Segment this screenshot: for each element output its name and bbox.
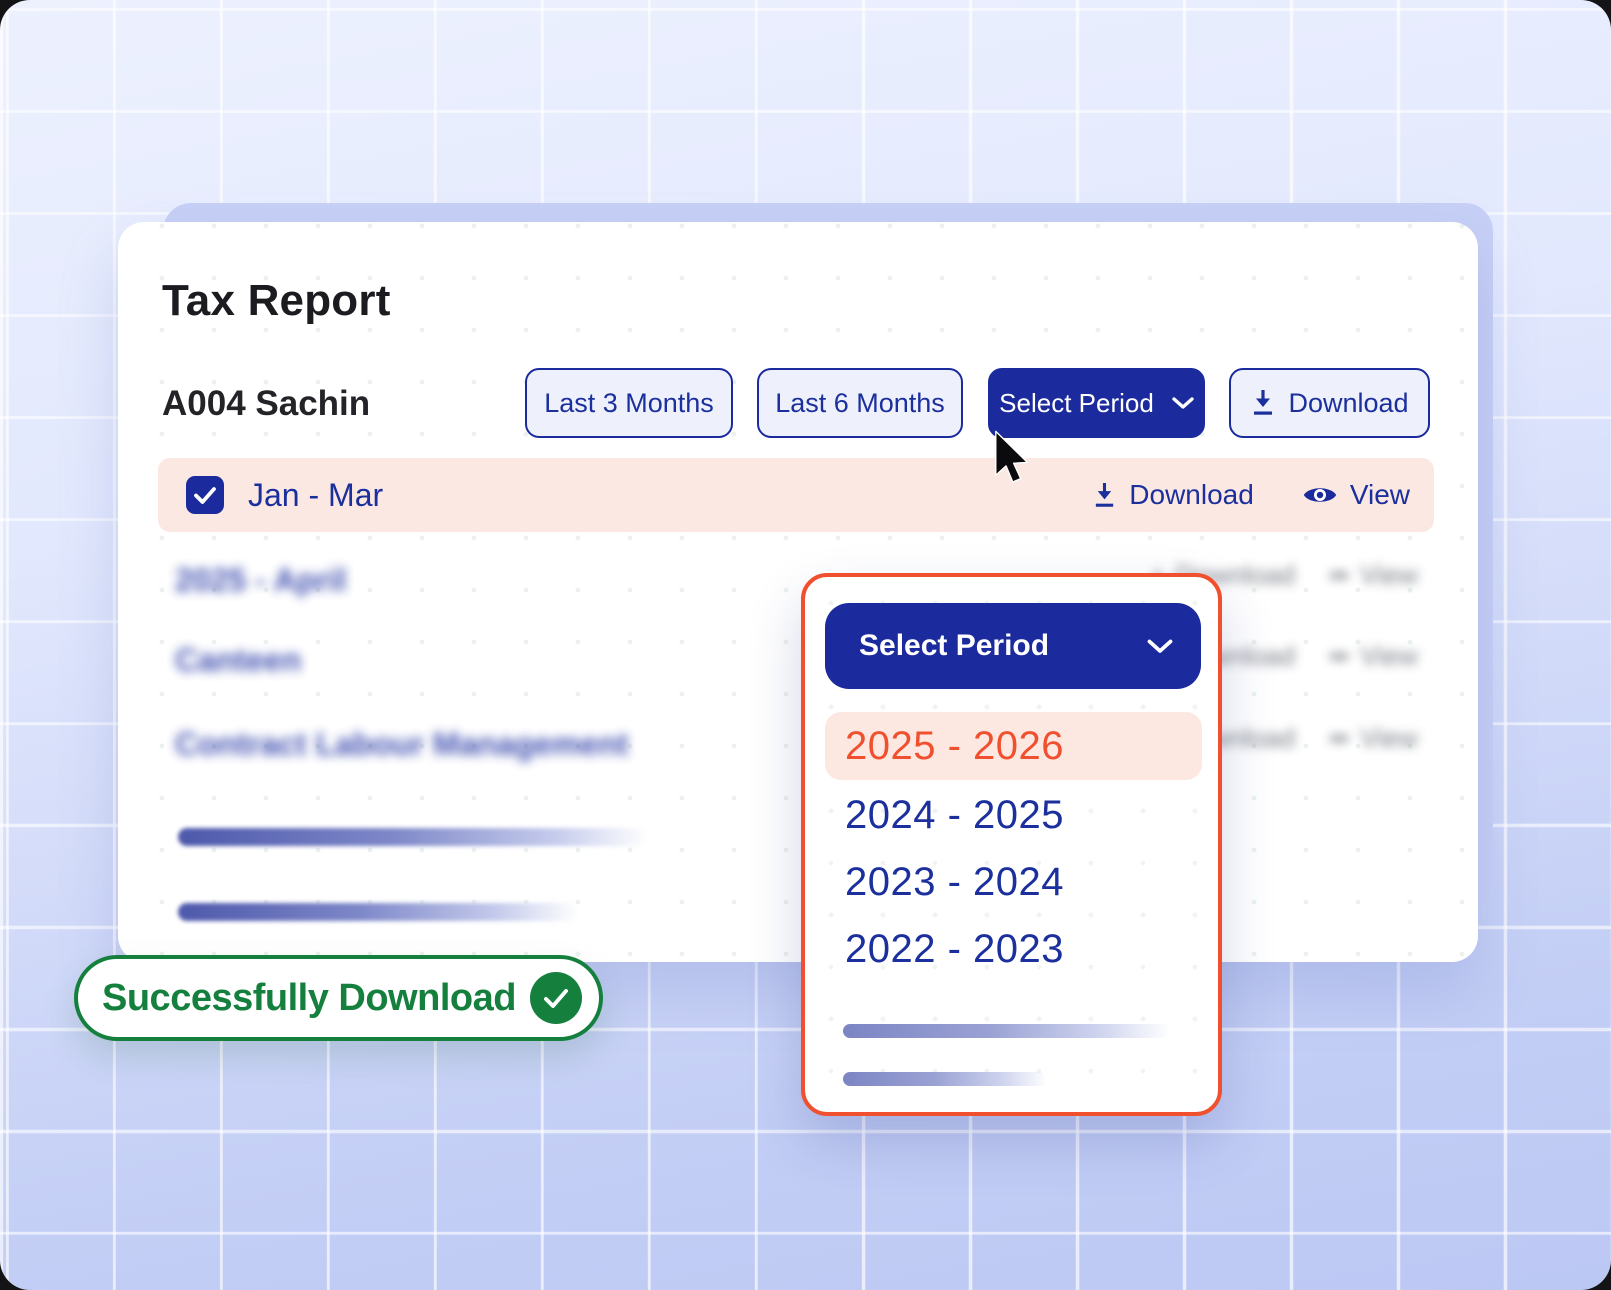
blurred-view-link[interactable]: View xyxy=(1360,560,1418,591)
row-view-icon[interactable] xyxy=(1302,483,1338,507)
row-download-icon[interactable] xyxy=(1092,482,1117,509)
last-3-months-button[interactable]: Last 3 Months xyxy=(525,368,733,438)
period-option-label: 2022 - 2023 xyxy=(845,927,1064,972)
download-button[interactable]: Download xyxy=(1229,368,1430,438)
report-row-jan-mar[interactable]: Jan - Mar Download View xyxy=(158,458,1434,532)
period-option-2024-2025[interactable]: 2024 - 2025 xyxy=(825,781,1202,849)
period-option-label: 2024 - 2025 xyxy=(845,793,1064,838)
skeleton-row-bar xyxy=(178,828,648,846)
success-toast: Successfully Download xyxy=(74,955,603,1041)
period-option-2025-2026[interactable]: 2025 - 2026 xyxy=(825,712,1202,780)
blurred-row-label[interactable]: Canteen xyxy=(175,642,301,679)
blurred-row-label[interactable]: 2025 - April xyxy=(175,562,346,599)
skeleton-row-bar xyxy=(178,903,578,921)
skeleton-option-bar xyxy=(843,1072,1047,1086)
blurred-row-label[interactable]: Contract Labour Management xyxy=(175,726,628,763)
account-label: A004 Sachin xyxy=(162,384,370,424)
dropdown-button-label: Select Period xyxy=(859,629,1049,663)
row-period-label: Jan - Mar xyxy=(248,477,383,514)
last-3-months-label: Last 3 Months xyxy=(544,388,714,419)
period-option-label: 2025 - 2026 xyxy=(845,724,1064,769)
last-6-months-button[interactable]: Last 6 Months xyxy=(757,368,963,438)
select-period-button[interactable]: Select Period xyxy=(988,368,1205,438)
select-period-dropdown: Select Period 2025 - 2026 2024 - 2025 20… xyxy=(801,573,1222,1116)
row-checkbox[interactable] xyxy=(186,476,224,514)
mouse-cursor xyxy=(993,430,1031,484)
download-button-label: Download xyxy=(1288,388,1408,419)
last-6-months-label: Last 6 Months xyxy=(775,388,945,419)
download-icon xyxy=(1250,389,1276,417)
blurred-view-link[interactable]: View xyxy=(1360,723,1418,754)
select-period-label: Select Period xyxy=(999,388,1154,419)
row-download-link[interactable]: Download xyxy=(1129,479,1254,511)
tax-report-screen: Tax Report A004 Sachin Last 3 Months Las… xyxy=(0,0,1611,1290)
row-view-link[interactable]: View xyxy=(1350,479,1410,511)
period-option-2023-2024[interactable]: 2023 - 2024 xyxy=(825,848,1202,916)
period-option-2022-2023[interactable]: 2022 - 2023 xyxy=(825,915,1202,983)
check-circle-icon xyxy=(530,972,582,1024)
blurred-view-link[interactable]: View xyxy=(1360,641,1418,672)
chevron-down-icon xyxy=(1172,397,1194,410)
toast-message: Successfully Download xyxy=(102,977,516,1020)
period-option-label: 2023 - 2024 xyxy=(845,860,1064,905)
dropdown-select-period-button[interactable]: Select Period xyxy=(825,603,1201,689)
skeleton-option-bar xyxy=(843,1024,1170,1038)
chevron-down-icon xyxy=(1147,639,1173,654)
page-title: Tax Report xyxy=(162,276,391,326)
